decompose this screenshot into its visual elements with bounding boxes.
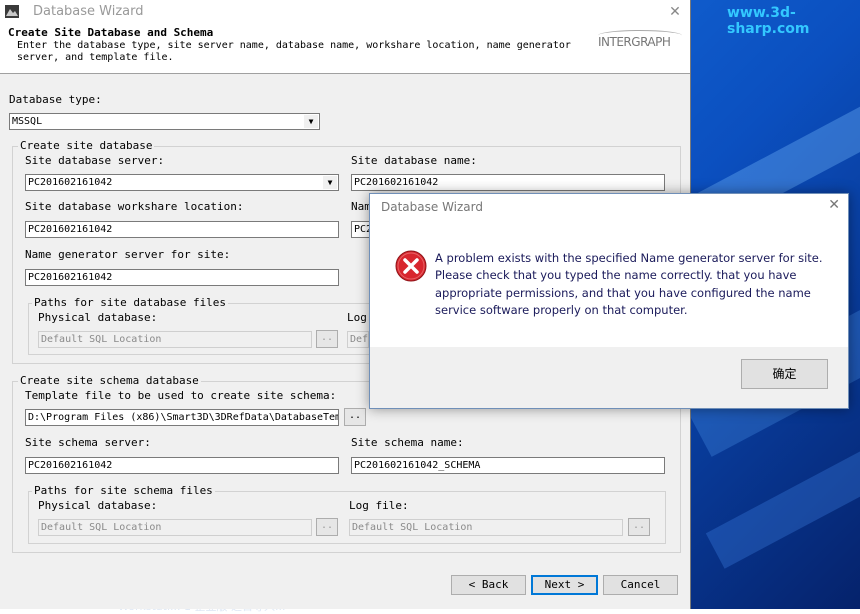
ok-button[interactable]: 确定 (741, 359, 828, 389)
database-type-select[interactable]: MSSQL ▼ (9, 113, 320, 130)
site-server-value: PC201602161042 (28, 177, 113, 188)
physical-database-label: Physical database: (38, 311, 158, 324)
close-icon[interactable]: ✕ (828, 197, 840, 213)
paths-site-title: Paths for site database files (32, 296, 229, 309)
name-generator-label: Name generator server for site: (25, 248, 231, 261)
physical-database-input[interactable]: Default SQL Location (38, 331, 312, 348)
physical-database-browse-button-2[interactable]: .. (316, 518, 338, 536)
log-input-partial[interactable]: Def (347, 331, 369, 348)
workshare-input[interactable]: PC201602161042 (25, 221, 339, 238)
schema-name-input[interactable]: PC201602161042_SCHEMA (351, 457, 665, 474)
site-name-input[interactable]: PC201602161042 (351, 174, 665, 191)
database-type-label: Database type: (9, 93, 102, 106)
watermark: www.3d-sharp.com (727, 5, 810, 37)
schema-server-input[interactable]: PC201602161042 (25, 457, 339, 474)
title-bar: Database Wizard ✕ (0, 0, 690, 24)
site-group-title: Create site database (18, 139, 155, 152)
workshare-label: Site database workshare location: (25, 200, 244, 213)
name-input-partial[interactable]: PC2 (351, 221, 371, 238)
physical-database-input-2[interactable]: Default SQL Location (38, 519, 312, 536)
header-description: Enter the database type, site server nam… (17, 40, 571, 63)
name-label-partial: Nam (351, 200, 371, 213)
back-button[interactable]: < Back (451, 575, 526, 595)
template-file-label: Template file to be used to create site … (25, 389, 337, 402)
schema-group-title: Create site schema database (18, 374, 201, 387)
chevron-down-icon[interactable]: ▼ (304, 115, 318, 128)
site-server-label: Site database server: (25, 154, 165, 167)
error-icon (395, 250, 427, 282)
site-name-label: Site database name: (351, 154, 477, 167)
log-file-input[interactable]: Default SQL Location (349, 519, 623, 536)
cancel-button[interactable]: Cancel (603, 575, 678, 595)
log-file-label: Log file: (349, 499, 409, 512)
template-file-input[interactable]: D:\Program Files (x86)\Smart3D\3DRefData… (25, 409, 339, 426)
schema-name-label: Site schema name: (351, 436, 464, 449)
paths-schema-title: Paths for site schema files (32, 484, 215, 497)
close-icon[interactable]: ✕ (660, 2, 690, 22)
dialog-message: A problem exists with the specified Name… (435, 251, 823, 317)
physical-database-label-2: Physical database: (38, 499, 158, 512)
chevron-down-icon[interactable]: ▼ (323, 176, 337, 189)
next-button[interactable]: Next > (531, 575, 598, 595)
log-file-browse-button[interactable]: .. (628, 518, 650, 536)
app-icon (5, 5, 19, 18)
error-dialog: Database Wizard ✕ A problem exists with … (369, 193, 849, 409)
name-generator-input[interactable]: PC201602161042 (25, 269, 339, 286)
intergraph-logo: INTERGRAPH (598, 35, 671, 49)
physical-database-browse-button[interactable]: .. (316, 330, 338, 348)
site-server-select[interactable]: PC201602161042 ▼ (25, 174, 339, 191)
log-label-partial: Log (347, 311, 367, 324)
wizard-header: Create Site Database and Schema Enter th… (0, 24, 690, 74)
template-file-browse-button[interactable]: .. (344, 408, 366, 426)
dialog-title: Database Wizard (381, 200, 483, 214)
header-title: Create Site Database and Schema (8, 26, 214, 39)
window-title: Database Wizard (33, 4, 144, 19)
schema-server-label: Site schema server: (25, 436, 151, 449)
database-type-value: MSSQL (12, 116, 43, 127)
